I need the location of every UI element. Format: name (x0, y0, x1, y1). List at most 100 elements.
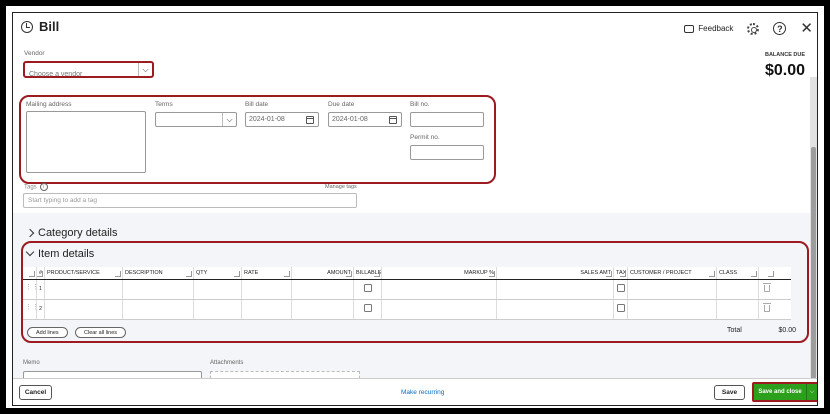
due-date-field[interactable]: 2024-01-08 (328, 112, 402, 127)
item-details-table: # PRODUCT/SERVICE DESCRIPTION QTY RATE A… (23, 267, 791, 320)
top-actions: Feedback ? ✕ (684, 21, 813, 36)
table-row[interactable]: ⋮⋮ 1 (23, 280, 791, 300)
scrollbar-thumb[interactable] (811, 147, 816, 405)
tax-checkbox[interactable] (616, 304, 625, 312)
tax-checkbox[interactable] (616, 284, 625, 292)
info-icon[interactable]: i (39, 183, 48, 191)
footer-bar: Cancel Make recurring Save Save and clos… (13, 378, 817, 405)
total-label: Total (727, 327, 742, 334)
memo-label: Memo (23, 360, 40, 366)
col-billable: BILLABLE (354, 267, 382, 279)
help-icon[interactable]: ? (773, 22, 787, 35)
screenshot-frame: Bill Feedback ? ✕ Vendor ⌵ BALANCE DUE $… (6, 6, 824, 408)
cell-description[interactable] (123, 280, 194, 299)
cell-customer-project[interactable] (628, 280, 717, 299)
col-sales-amt[interactable]: SALES AMT (497, 267, 614, 279)
permit-no-field[interactable] (410, 145, 484, 160)
bill-info-group: Mailing address Terms ⌵ Bill date 2024-0… (19, 95, 496, 184)
attachments-label: Attachments (210, 360, 244, 366)
tags-label-text: Tags (24, 184, 37, 191)
vendor-input[interactable] (25, 68, 137, 81)
cell-amount[interactable] (292, 280, 354, 299)
trash-icon[interactable] (763, 303, 771, 312)
row-number: 1 (37, 280, 45, 299)
add-lines-button[interactable]: Add lines (27, 327, 68, 338)
drag-handle-icon[interactable]: ⋮⋮ (23, 280, 37, 299)
col-number: # (37, 267, 45, 279)
vendor-label: Vendor (24, 50, 45, 57)
col-qty[interactable]: QTY (194, 267, 242, 279)
drag-handle-icon[interactable]: ⋮⋮ (23, 300, 37, 319)
cell-customer-project[interactable] (628, 300, 717, 319)
feedback-button[interactable]: Feedback (684, 24, 733, 33)
cell-actions (759, 280, 775, 299)
chevron-right-icon (25, 228, 35, 238)
due-date-label: Due date (328, 101, 355, 108)
chevron-down-icon[interactable]: ⌵ (138, 63, 152, 76)
cell-product-service[interactable] (45, 300, 123, 319)
col-amount[interactable]: AMOUNT (292, 267, 354, 279)
cell-description[interactable] (123, 300, 194, 319)
cell-sales-amt[interactable] (497, 280, 614, 299)
col-product-service[interactable]: PRODUCT/SERVICE (45, 267, 123, 279)
balance-due-value: $0.00 (764, 62, 805, 79)
chevron-down-icon[interactable]: ⌵ (222, 113, 236, 126)
terms-label: Terms (155, 101, 173, 108)
permit-no-label: Permit no. (410, 134, 440, 141)
cell-rate[interactable] (242, 300, 292, 319)
cell-qty[interactable] (194, 280, 242, 299)
cell-rate[interactable] (242, 280, 292, 299)
make-recurring-link[interactable]: Make recurring (401, 389, 444, 396)
category-details-toggle[interactable]: Category details (25, 227, 118, 239)
tags-label: Tags i (24, 183, 48, 191)
manage-tags-link[interactable]: Manage tags (325, 184, 357, 190)
calendar-icon[interactable] (389, 116, 397, 124)
cell-class[interactable] (717, 300, 759, 319)
scrollbar-track[interactable] (810, 77, 817, 405)
gear-icon[interactable] (747, 22, 760, 35)
terms-select[interactable]: ⌵ (155, 112, 237, 127)
table-row[interactable]: ⋮⋮ 2 (23, 300, 791, 320)
cell-markup[interactable] (382, 280, 497, 299)
save-button[interactable]: Save (714, 385, 745, 400)
tags-input[interactable]: Start typing to add a tag (23, 193, 357, 208)
cell-tax (614, 300, 628, 319)
total-value: $0.00 (778, 327, 796, 334)
trash-icon[interactable] (763, 283, 771, 292)
tags-placeholder: Start typing to add a tag (28, 197, 98, 204)
cell-amount[interactable] (292, 300, 354, 319)
vendor-select[interactable]: ⌵ (23, 61, 154, 81)
billable-checkbox[interactable] (363, 304, 372, 312)
bill-no-field[interactable] (410, 112, 484, 127)
item-details-title: Item details (38, 248, 95, 260)
cell-markup[interactable] (382, 300, 497, 319)
bill-date-field[interactable]: 2024-01-08 (245, 112, 319, 127)
col-class[interactable]: CLASS (717, 267, 759, 279)
balance-due-label: BALANCE DUE (764, 52, 805, 58)
mailing-address-label: Mailing address (26, 101, 72, 108)
cell-actions (759, 300, 775, 319)
cancel-button[interactable]: Cancel (19, 385, 52, 400)
row-number: 2 (37, 300, 45, 319)
chevron-down-icon[interactable]: ⌵ (807, 384, 817, 400)
close-icon[interactable]: ✕ (800, 21, 813, 36)
col-customer-project[interactable]: CUSTOMER / PROJECT (628, 267, 717, 279)
col-markup[interactable]: MARKUP % (382, 267, 497, 279)
item-details-toggle[interactable]: Item details (25, 247, 95, 260)
cell-product-service[interactable] (45, 280, 123, 299)
save-and-close-button[interactable]: Save and close (754, 384, 807, 400)
save-and-close-group: Save and close ⌵ (752, 382, 817, 402)
table-header: # PRODUCT/SERVICE DESCRIPTION QTY RATE A… (23, 267, 791, 280)
col-rate[interactable]: RATE (242, 267, 292, 279)
mailing-address-field[interactable] (26, 111, 146, 173)
cell-billable (354, 300, 382, 319)
col-tax: TAX (614, 267, 628, 279)
history-icon[interactable] (21, 20, 33, 33)
col-description[interactable]: DESCRIPTION (123, 267, 194, 279)
calendar-icon[interactable] (306, 116, 314, 124)
cell-qty[interactable] (194, 300, 242, 319)
cell-sales-amt[interactable] (497, 300, 614, 319)
clear-all-lines-button[interactable]: Clear all lines (75, 327, 127, 338)
cell-class[interactable] (717, 280, 759, 299)
billable-checkbox[interactable] (363, 284, 372, 292)
